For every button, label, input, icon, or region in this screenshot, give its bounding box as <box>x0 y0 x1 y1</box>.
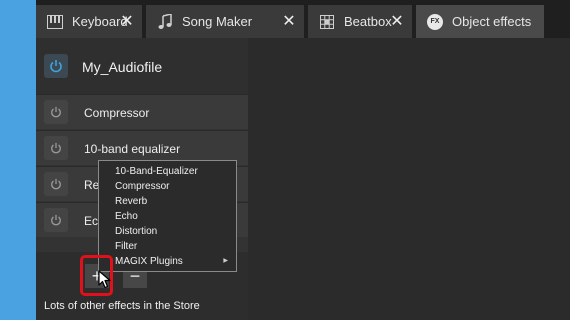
close-icon[interactable]: ✕ <box>388 12 406 30</box>
keyboard-icon <box>44 11 66 33</box>
tab-beatbox[interactable]: Beatbox ✕ <box>308 5 412 38</box>
panel-title: My_Audiofile <box>82 59 163 75</box>
menu-item-10-band-equalizer[interactable]: 10-Band-Equalizer <box>99 164 236 179</box>
close-icon[interactable]: ✕ <box>280 12 298 30</box>
menu-item-filter[interactable]: Filter <box>99 239 236 254</box>
close-icon[interactable]: ✕ <box>118 12 136 30</box>
tab-label: Beatbox <box>344 14 392 29</box>
tab-keyboard[interactable]: Keyboard ✕ <box>36 5 142 38</box>
tab-bar: Keyboard ✕ Song Maker ✕ Beatbox ✕ FX Obj… <box>36 0 570 38</box>
mouse-cursor-icon <box>98 270 111 289</box>
menu-item-compressor[interactable]: Compressor <box>99 179 236 194</box>
add-effect-menu: 10-Band-Equalizer Compressor Reverb Echo… <box>98 160 237 272</box>
tab-object-effects[interactable]: FX Object effects <box>416 5 544 38</box>
effect-row-compressor[interactable]: Compressor <box>36 94 248 129</box>
grid-icon <box>316 11 338 33</box>
tab-label: Object effects <box>452 14 532 29</box>
effect-label: 10-band equalizer <box>84 142 181 156</box>
menu-item-magix-plugins[interactable]: MAGIX Plugins ▶ <box>99 254 236 269</box>
power-icon[interactable] <box>44 100 68 124</box>
panel-header: My_Audiofile <box>36 38 248 94</box>
power-icon[interactable] <box>44 136 68 160</box>
fx-icon: FX <box>424 11 446 33</box>
power-icon[interactable] <box>44 208 68 232</box>
submenu-arrow-icon: ▶ <box>223 258 228 264</box>
tab-label: Song Maker <box>182 14 253 29</box>
power-icon[interactable] <box>44 172 68 196</box>
tab-song-maker[interactable]: Song Maker ✕ <box>146 5 304 38</box>
power-icon[interactable] <box>44 54 68 78</box>
store-link[interactable]: Lots of other effects in the Store <box>44 300 200 312</box>
music-note-icon <box>154 11 176 33</box>
effect-label: Compressor <box>84 106 150 120</box>
menu-item-reverb[interactable]: Reverb <box>99 194 236 209</box>
menu-item-echo[interactable]: Echo <box>99 209 236 224</box>
menu-item-distortion[interactable]: Distortion <box>99 224 236 239</box>
